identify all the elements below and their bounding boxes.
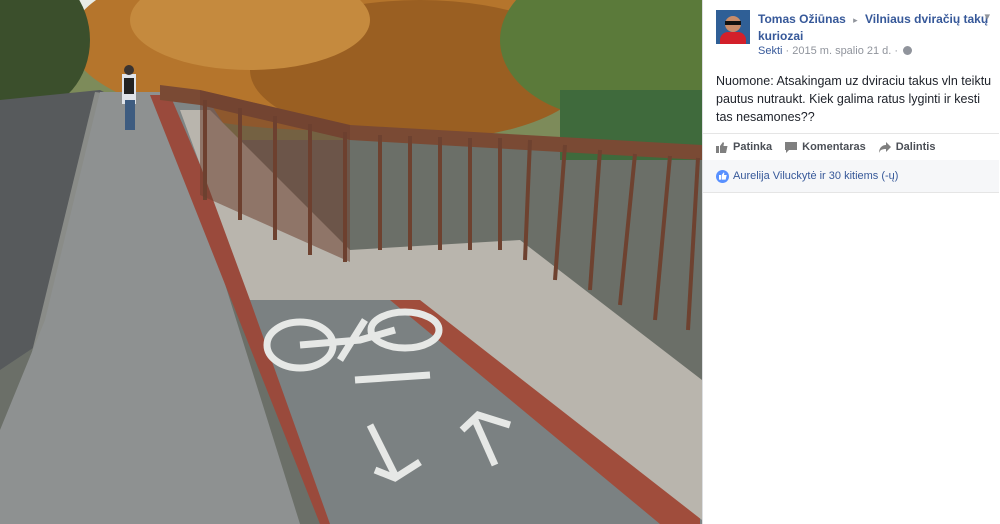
thumbs-up-icon	[718, 172, 727, 180]
comment-button[interactable]: Komentaras	[785, 141, 866, 153]
meta-separator: ·	[785, 45, 790, 57]
follow-link[interactable]: Sekti	[758, 45, 782, 57]
arrow-right-icon: ▸	[853, 15, 858, 25]
reactions-summary[interactable]: Aurelija Viluckytė ir 30 kitiems (-ų)	[733, 170, 898, 182]
like-button[interactable]: Patinka	[716, 141, 772, 153]
meta-separator: ·	[894, 45, 899, 57]
comment-label: Komentaras	[802, 141, 866, 153]
author-name[interactable]: Tomas Ožiūnas	[758, 12, 846, 26]
post-meta: Sekti · 2015 m. spalio 21 d. ·	[758, 45, 913, 57]
post-header: Tomas Ožiūnas ▸ Vilniaus dviračių takų k…	[703, 0, 1000, 64]
chevron-down-icon[interactable]: ▾	[984, 10, 990, 23]
avatar[interactable]	[716, 10, 750, 44]
post-date[interactable]: 2015 m. spalio 21 d.	[792, 45, 891, 57]
post-author-line: Tomas Ožiūnas ▸ Vilniaus dviračių takų k…	[758, 11, 993, 44]
avatar-shirt	[720, 32, 746, 44]
globe-icon	[903, 46, 913, 55]
post-panel: Tomas Ožiūnas ▸ Vilniaus dviračių takų k…	[702, 0, 1000, 524]
comment-bubble-icon	[785, 141, 798, 153]
share-arrow-icon	[878, 141, 891, 153]
bike-path-photo	[0, 0, 702, 524]
thumbs-up-icon	[716, 141, 728, 153]
post-photo[interactable]	[0, 0, 702, 524]
avatar-sunglasses	[725, 21, 741, 25]
post-text: Nuomone: Atsakingam uz dviraciu takus vl…	[716, 74, 992, 124]
share-label: Dalintis	[895, 141, 936, 153]
reactions-bar: Aurelija Viluckytė ir 30 kitiems (-ų)	[703, 160, 999, 193]
like-label: Patinka	[733, 141, 773, 153]
like-badge-icon	[716, 169, 729, 183]
post-actions: Patinka Komentaras Dalintis	[703, 133, 999, 161]
share-button[interactable]: Dalintis	[878, 141, 936, 153]
